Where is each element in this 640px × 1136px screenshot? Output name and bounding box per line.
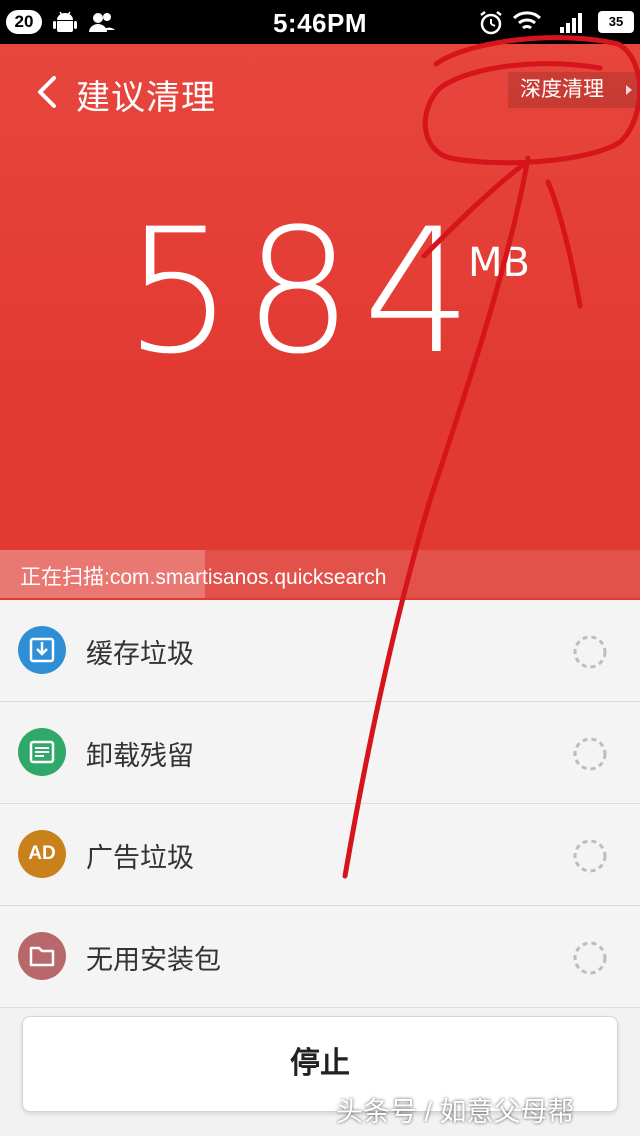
chevron-right-icon xyxy=(626,85,632,95)
deep-clean-button[interactable]: 深度清理 xyxy=(508,72,640,108)
junk-size-value: 584 xyxy=(124,191,483,392)
back-button[interactable] xyxy=(30,72,70,112)
loading-spinner-icon xyxy=(573,737,607,771)
cleanup-header: 建议清理 深度清理 584 MB 正在扫描:com.smartisanos.qu… xyxy=(0,44,640,600)
signal-icon xyxy=(558,10,586,39)
alarm-icon xyxy=(478,10,504,41)
ad-icon-text: AD xyxy=(28,843,56,864)
download-icon xyxy=(18,626,66,674)
loading-spinner-icon xyxy=(573,635,607,669)
loading-spinner-icon xyxy=(573,941,607,975)
junk-category-list: 缓存垃圾 卸载残留 AD 广告垃圾 无用安装包 xyxy=(0,600,640,1008)
scan-status-text: 正在扫描:com.smartisanos.quicksearch xyxy=(20,566,387,589)
status-bar: 20 5:46PM 35 xyxy=(0,0,640,44)
chevron-left-icon xyxy=(38,76,56,108)
list-item-useless-apk[interactable]: 无用安装包 xyxy=(0,906,640,1008)
list-item-label: 无用安装包 xyxy=(86,945,221,975)
list-item-uninstall-residue[interactable]: 卸载残留 xyxy=(0,702,640,804)
junk-size-unit: MB xyxy=(468,240,530,286)
wifi-icon xyxy=(512,10,542,39)
document-icon xyxy=(18,728,66,776)
folder-icon xyxy=(18,932,66,980)
list-item-label: 缓存垃圾 xyxy=(86,639,194,669)
list-item-ad-junk[interactable]: AD 广告垃圾 xyxy=(0,804,640,906)
loading-spinner-icon xyxy=(573,839,607,873)
status-time: 5:46PM xyxy=(272,8,368,38)
ad-icon: AD xyxy=(18,830,66,878)
list-item-label: 卸载残留 xyxy=(86,741,194,771)
page-title: 建议清理 xyxy=(76,79,216,117)
list-item-cache[interactable]: 缓存垃圾 xyxy=(0,600,640,702)
list-item-label: 广告垃圾 xyxy=(86,843,194,873)
deep-clean-label: 深度清理 xyxy=(520,78,604,101)
watermark: 头条号 / 如意父母帮 xyxy=(336,1097,575,1127)
scan-status-bar: 正在扫描:com.smartisanos.quicksearch xyxy=(0,550,640,598)
battery-icon: 35 xyxy=(598,11,634,33)
